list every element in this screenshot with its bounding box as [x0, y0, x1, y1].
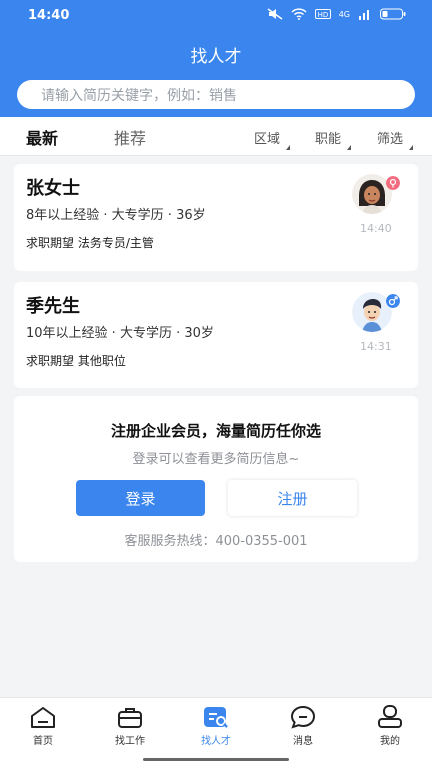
tab-latest[interactable]: 最新 — [26, 125, 58, 149]
wifi-icon — [291, 8, 307, 20]
filter-area-label: 区域 — [254, 132, 281, 147]
update-time: 14:31 — [360, 340, 392, 353]
candidate-name: 张女士 — [26, 178, 80, 199]
nav-label: 找工作 — [115, 736, 145, 747]
home-icon — [31, 707, 55, 728]
nav-find-job[interactable]: 找工作 — [100, 704, 160, 747]
update-time: 14:40 — [360, 222, 392, 235]
candidate-card[interactable]: 张女士 8年以上经验 · 大专学历 · 36岁 求职期望 法务专员/主管 14:… — [14, 164, 418, 271]
login-button[interactable]: 登录 — [76, 480, 205, 516]
tab-bar: 最新 推荐 区域 职能 筛选 — [0, 117, 432, 155]
candidate-card[interactable]: 季先生 10年以上经验 · 大专学历 · 30岁 求职期望 其他职位 14:31 — [14, 282, 418, 388]
female-gender-icon — [386, 176, 400, 190]
divider — [0, 155, 432, 156]
candidate-expectation: 求职期望 法务专员/主管 — [26, 236, 154, 250]
filter-area[interactable]: 区域 — [254, 128, 291, 150]
page-title: 找人才 — [190, 47, 242, 67]
filter-function[interactable]: 职能 — [315, 128, 352, 150]
service-hotline[interactable]: 客服服务热线：400-0355-001 — [14, 530, 418, 549]
filter-more-label: 筛选 — [377, 132, 404, 147]
candidate-info: 8年以上经验 · 大专学历 · 36岁 — [26, 208, 206, 223]
candidate-name: 季先生 — [26, 296, 80, 317]
talent-search-icon — [204, 707, 228, 728]
register-button[interactable]: 注册 — [228, 480, 357, 516]
header: 14:40 HD 4G 找人才 请输入简历关键字，例如：销售 — [0, 0, 432, 117]
battery-icon — [380, 8, 406, 20]
status-bar: 14:40 HD 4G — [0, 0, 432, 32]
hd-icon: HD — [314, 9, 331, 19]
dropdown-triangle-icon — [409, 145, 414, 150]
login-prompt-title: 注册企业会员，海量简历任你选 — [110, 422, 321, 440]
male-gender-icon — [386, 294, 400, 308]
status-time: 14:40 — [28, 8, 70, 23]
nav-messages[interactable]: 消息 — [273, 704, 333, 747]
nav-label: 首页 — [33, 736, 53, 747]
profile-icon — [378, 705, 402, 728]
svg-text:HD: HD — [317, 11, 328, 19]
tab-recommend[interactable]: 推荐 — [114, 125, 146, 149]
nav-profile[interactable]: 我的 — [360, 704, 420, 747]
message-icon — [290, 705, 316, 729]
candidate-info: 10年以上经验 · 大专学历 · 30岁 — [26, 326, 214, 341]
status-icons: HD 4G — [267, 8, 406, 20]
filter-more[interactable]: 筛选 — [377, 128, 414, 150]
nav-home[interactable]: 首页 — [13, 704, 73, 747]
search-input[interactable]: 请输入简历关键字，例如：销售 — [17, 80, 415, 109]
search-placeholder: 请输入简历关键字，例如：销售 — [41, 87, 237, 104]
nav-label: 找人才 — [201, 736, 231, 747]
nav-label: 我的 — [380, 736, 400, 747]
briefcase-icon — [118, 708, 142, 728]
login-prompt-subtitle: 登录可以查看更多简历信息~ — [132, 452, 300, 467]
dropdown-triangle-icon — [347, 145, 352, 150]
candidate-expectation: 求职期望 其他职位 — [26, 354, 126, 368]
nav-find-talent[interactable]: 找人才 — [186, 704, 246, 747]
signal-icon — [359, 10, 369, 20]
home-indicator[interactable] — [143, 758, 289, 761]
login-prompt-card: 注册企业会员，海量简历任你选 登录可以查看更多简历信息~ 登录 注册 客服服务热… — [14, 396, 418, 562]
nav-label: 消息 — [293, 736, 313, 747]
network-label: 4G — [338, 9, 350, 19]
dropdown-triangle-icon — [286, 145, 291, 150]
mute-icon — [267, 8, 283, 20]
filter-function-label: 职能 — [315, 132, 342, 147]
